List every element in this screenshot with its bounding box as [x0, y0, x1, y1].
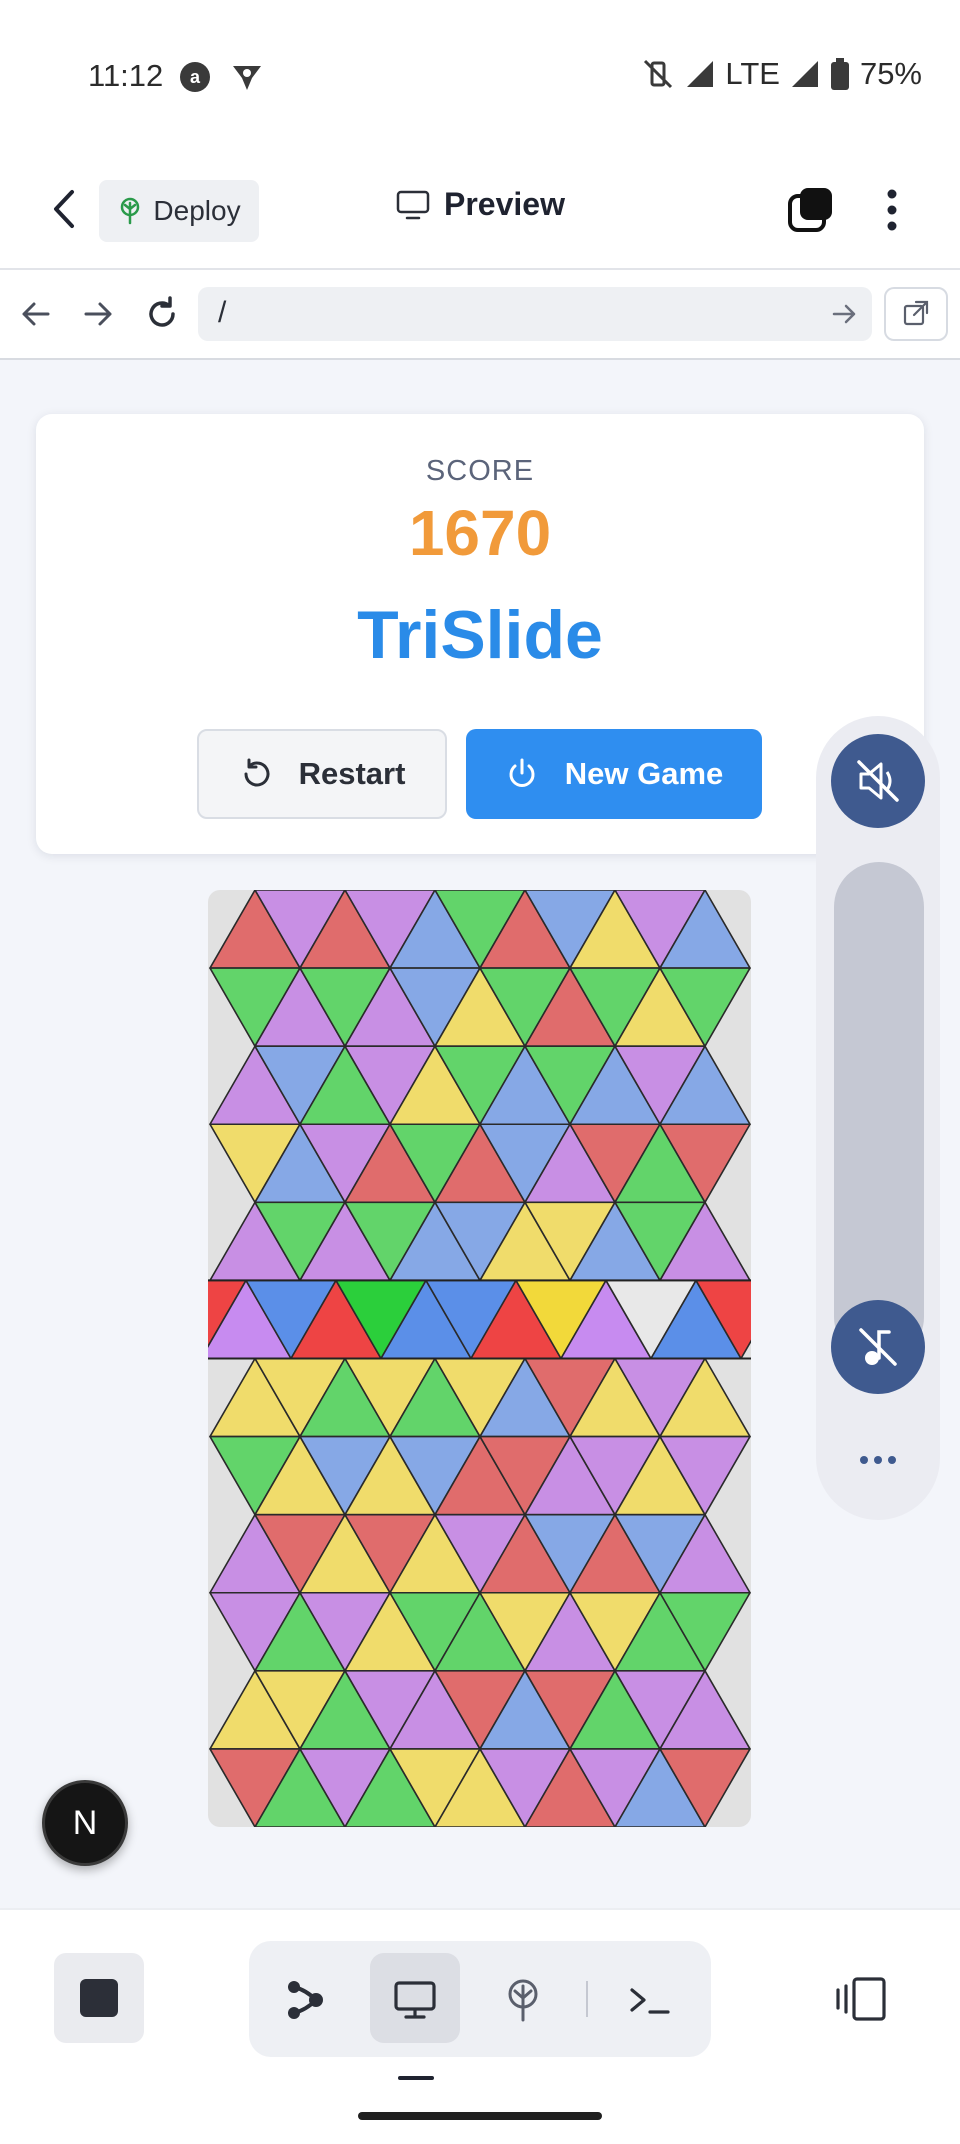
- tabs-icon: [788, 188, 832, 232]
- status-time: 11:12: [88, 58, 164, 93]
- agent-icon: [288, 1981, 323, 2019]
- score-label: SCORE: [425, 455, 535, 487]
- agent-tab[interactable]: [284, 1978, 328, 2022]
- deploy-tree-icon: [121, 197, 140, 225]
- open-external-button[interactable]: [884, 287, 948, 341]
- arrow-right-icon: [84, 302, 112, 326]
- mute-button[interactable]: [831, 734, 925, 828]
- deploy-label: Deploy: [153, 195, 241, 226]
- new-game-button[interactable]: New Game: [466, 729, 762, 819]
- music-toggle-button[interactable]: [831, 1300, 925, 1394]
- vibrate-off-icon: [644, 59, 673, 89]
- stop-icon: [80, 1979, 118, 2017]
- view-switcher-divider: [586, 1981, 588, 2017]
- restart-button[interactable]: Restart: [197, 729, 447, 819]
- rotate-device-icon: [836, 1977, 886, 2021]
- app-filter-icon: [230, 60, 264, 94]
- game-board[interactable]: [208, 890, 751, 1827]
- terminal-icon: [630, 1988, 670, 2014]
- gesture-handle: [358, 2112, 602, 2120]
- back-arrow-icon: [54, 190, 74, 228]
- preview-tab[interactable]: [393, 1978, 437, 2022]
- game-title: TriSlide: [357, 597, 603, 673]
- music-note-off-icon: [859, 1328, 897, 1366]
- back-button[interactable]: [44, 186, 84, 232]
- open-external-icon: [903, 300, 929, 326]
- svg-text:a: a: [190, 67, 201, 87]
- network-type: LTE: [725, 56, 780, 91]
- power-icon: [509, 758, 535, 787]
- more-button[interactable]: [880, 186, 904, 234]
- tabs-button[interactable]: [786, 186, 834, 234]
- go-button[interactable]: [830, 302, 858, 326]
- mute-icon: [857, 760, 899, 802]
- battery-icon: [830, 58, 849, 90]
- terminal-tab[interactable]: [628, 1978, 672, 2022]
- restart-label: Restart: [298, 756, 406, 791]
- url-text: /: [218, 296, 227, 329]
- deploy-tree-icon: [508, 1979, 538, 2022]
- signal-icon: [687, 61, 714, 87]
- deploy-tab[interactable]: [501, 1978, 545, 2022]
- deploy-button[interactable]: Deploy: [99, 180, 259, 242]
- more-vert-icon: [887, 189, 897, 231]
- board-grid[interactable]: [208, 890, 751, 1827]
- signal-icon: [791, 61, 818, 87]
- status-right: LTE 75%: [641, 56, 922, 92]
- desktop-icon: [394, 1981, 436, 2019]
- app-a-icon: a: [178, 60, 212, 94]
- preview-title: Preview: [396, 186, 565, 223]
- url-input[interactable]: [198, 287, 872, 341]
- next-dev-badge[interactable]: N: [42, 1780, 128, 1866]
- arrow-left-icon: [22, 302, 50, 326]
- more-options-button[interactable]: [850, 1446, 906, 1474]
- reload-icon: [149, 296, 175, 327]
- nav-forward-button[interactable]: [78, 294, 118, 334]
- nav-back-button[interactable]: [16, 294, 56, 334]
- battery-level: 75%: [859, 56, 922, 91]
- more-horiz-icon: [860, 1456, 896, 1464]
- rotate-device-button[interactable]: [834, 1976, 888, 2022]
- active-tab-indicator: [398, 2076, 434, 2080]
- score-value: 1670: [408, 497, 552, 569]
- restart-icon: [244, 758, 270, 787]
- monitor-icon: [396, 190, 430, 219]
- new-game-label: New Game: [564, 756, 724, 791]
- volume-slider[interactable]: [834, 862, 924, 1362]
- arrow-right-icon: [832, 304, 856, 324]
- reload-button[interactable]: [142, 294, 182, 334]
- preview-label: Preview: [444, 186, 565, 222]
